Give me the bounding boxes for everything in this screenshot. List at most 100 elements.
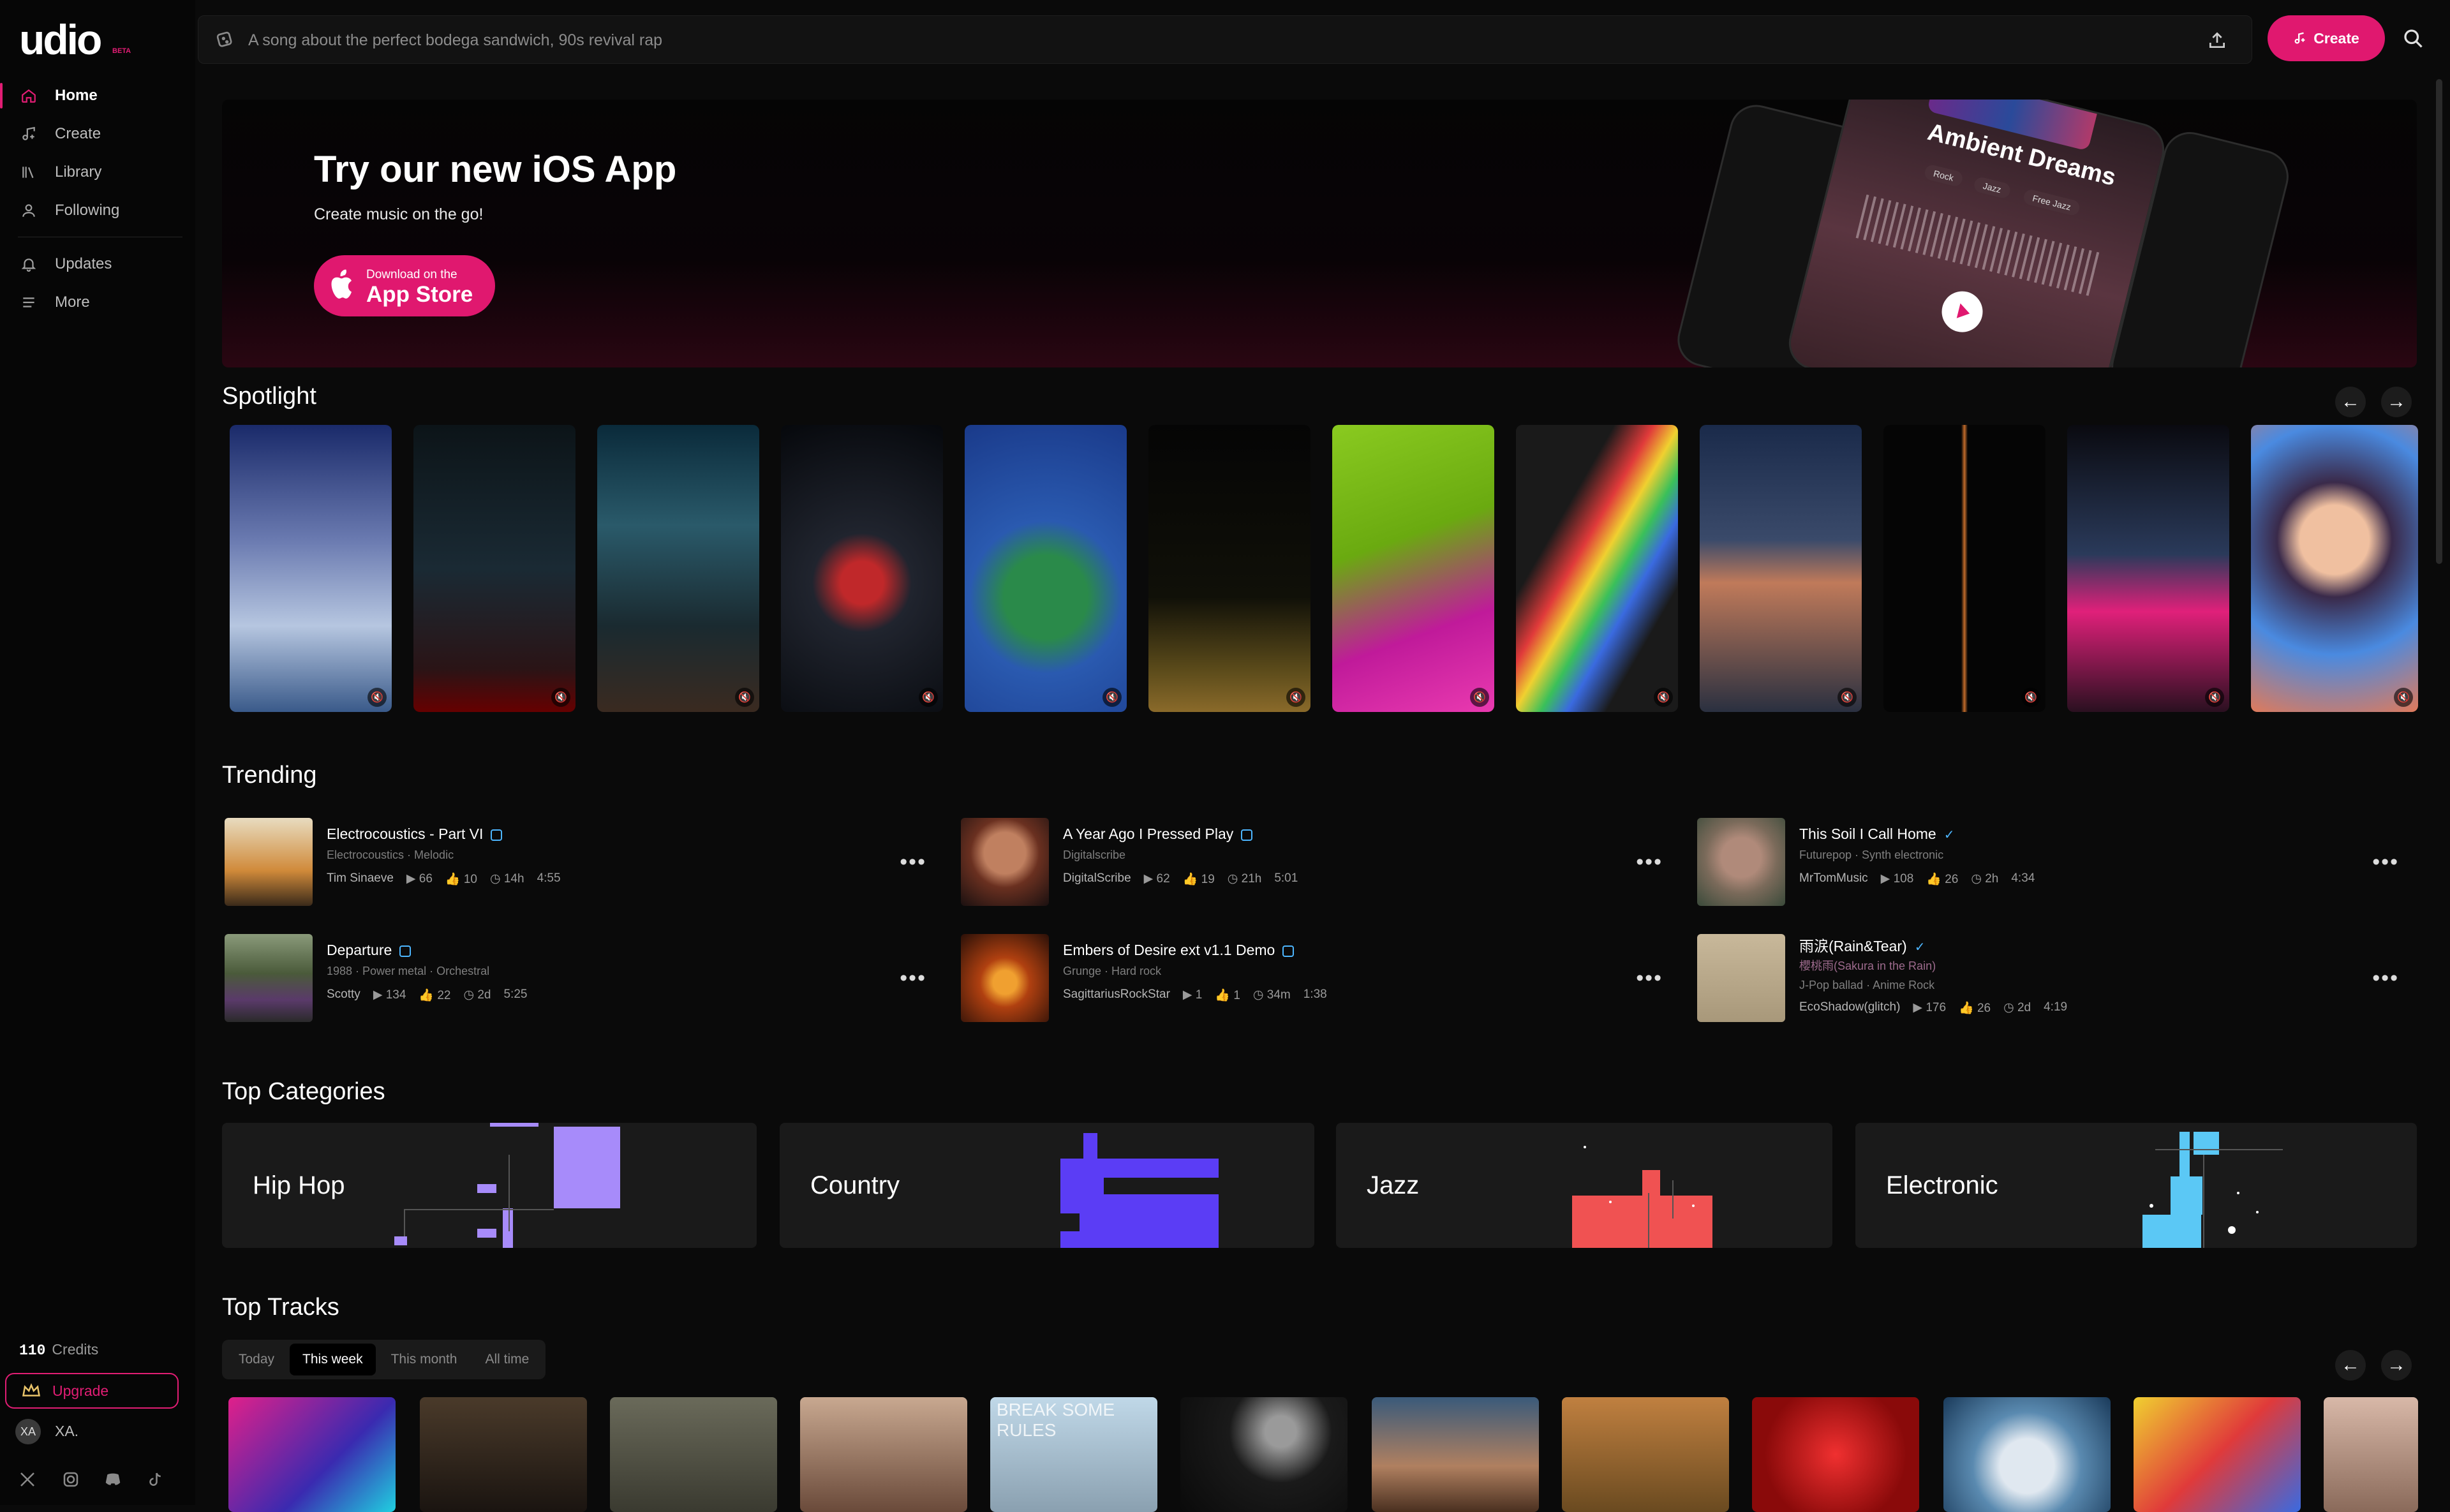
sidebar-item-home[interactable]: Home [0, 78, 185, 114]
mute-icon[interactable]: 🔇 [1286, 688, 1305, 707]
track-title[interactable]: Embers of Desire ext v1.1 Demo [1063, 942, 1275, 958]
mute-icon[interactable]: 🔇 [919, 688, 938, 707]
category-card-country[interactable]: Country [780, 1123, 1314, 1248]
x-twitter-icon[interactable] [18, 1470, 37, 1489]
scrollbar[interactable] [2436, 79, 2442, 564]
spotlight-card[interactable]: 🔇 [1148, 425, 1310, 712]
spotlight-card[interactable]: 🔇 [1332, 425, 1494, 712]
more-options-icon[interactable]: ••• [900, 850, 926, 875]
trending-item[interactable]: 雨涙(Rain&Tear) ✓ 櫻桃雨(Sakura in the Rain) J… [1697, 934, 2399, 1023]
tab-this-week[interactable]: This week [290, 1344, 376, 1375]
mute-icon[interactable]: 🔇 [2021, 688, 2040, 707]
trending-item[interactable]: Departure 1988 · Power metal · Orchestra… [225, 934, 926, 1023]
spotlight-card[interactable]: 🔇 [1516, 425, 1678, 712]
track-artist[interactable]: DigitalScribe [1063, 871, 1131, 887]
top-track-card[interactable] [1943, 1397, 2111, 1512]
spotlight-card[interactable]: 🔇 [965, 425, 1127, 712]
track-artist[interactable]: Scotty [327, 988, 360, 1003]
top-tracks-prev-arrow[interactable]: ← [2335, 1350, 2366, 1381]
spotlight-card[interactable]: 🔇 [597, 425, 759, 712]
track-cover[interactable] [961, 934, 1049, 1022]
user-name[interactable]: XA. [55, 1423, 78, 1440]
track-title[interactable]: This Soil I Call Home [1799, 826, 1936, 842]
top-tracks-next-arrow[interactable]: → [2381, 1350, 2412, 1381]
track-artist[interactable]: SagittariusRockStar [1063, 988, 1170, 1003]
upgrade-button[interactable]: Upgrade [5, 1373, 179, 1409]
mute-icon[interactable]: 🔇 [368, 688, 387, 707]
top-track-card[interactable] [1562, 1397, 1729, 1512]
track-cover[interactable] [225, 818, 313, 906]
prompt-bar[interactable]: A song about the perfect bodega sandwich… [198, 15, 2252, 64]
top-track-card[interactable] [2324, 1397, 2418, 1512]
spotlight-card[interactable]: 🔇 [1700, 425, 1862, 712]
avatar[interactable]: XA [15, 1419, 41, 1444]
track-cover[interactable] [1697, 934, 1785, 1022]
sidebar-item-more[interactable]: More [0, 285, 185, 320]
tiktok-icon[interactable] [145, 1470, 165, 1489]
category-card-hip-hop[interactable]: Hip Hop [222, 1123, 757, 1248]
spotlight-card[interactable]: 🔇 [230, 425, 392, 712]
spotlight-card[interactable]: 🔇 [2067, 425, 2229, 712]
top-track-card[interactable] [2134, 1397, 2301, 1512]
tab-today[interactable]: Today [226, 1344, 287, 1375]
top-track-card[interactable] [228, 1397, 396, 1512]
mute-icon[interactable]: 🔇 [1654, 688, 1673, 707]
create-button[interactable]: Create [2268, 15, 2385, 61]
track-cover[interactable] [961, 818, 1049, 906]
top-track-card[interactable] [610, 1397, 777, 1512]
more-options-icon[interactable]: ••• [1636, 850, 1663, 875]
track-cover[interactable] [225, 934, 313, 1022]
trending-item[interactable]: This Soil I Call Home ✓ Futurepop · Synth… [1697, 818, 2399, 907]
trending-item[interactable]: Embers of Desire ext v1.1 Demo Grunge · … [961, 934, 1663, 1023]
track-cover[interactable] [1697, 818, 1785, 906]
tab-this-month[interactable]: This month [378, 1344, 470, 1375]
more-options-icon[interactable]: ••• [2372, 850, 2399, 875]
top-track-card[interactable] [1180, 1397, 1348, 1512]
mute-icon[interactable]: 🔇 [2205, 688, 2224, 707]
spotlight-card[interactable]: 🔇 [413, 425, 575, 712]
category-card-jazz[interactable]: Jazz [1336, 1123, 1832, 1248]
track-artist[interactable]: EcoShadow(glitch) [1799, 1000, 1900, 1016]
app-store-button[interactable]: Download on the App Store [314, 255, 495, 316]
spotlight-card[interactable]: 🔇 [1883, 425, 2045, 712]
spotlight-card[interactable]: 🔇 [781, 425, 943, 712]
mute-icon[interactable]: 🔇 [1102, 688, 1122, 707]
track-artist[interactable]: MrTomMusic [1799, 871, 1868, 887]
top-track-card[interactable] [800, 1397, 967, 1512]
trending-item[interactable]: A Year Ago I Pressed Play Digitalscribe … [961, 818, 1663, 907]
trending-item[interactable]: Electrocoustics - Part VI Electrocoustic… [225, 818, 926, 907]
track-title[interactable]: A Year Ago I Pressed Play [1063, 826, 1233, 842]
prompt-input[interactable]: A song about the perfect bodega sandwich… [248, 31, 662, 50]
mute-icon[interactable]: 🔇 [551, 688, 570, 707]
category-card-electronic[interactable]: Electronic [1855, 1123, 2417, 1248]
top-track-card[interactable] [420, 1397, 587, 1512]
ios-app-banner[interactable]: Try our new iOS App Create music on the … [222, 100, 2417, 367]
tab-all-time[interactable]: All time [472, 1344, 542, 1375]
mute-icon[interactable]: 🔇 [1470, 688, 1489, 707]
spotlight-card[interactable]: 🔇 [2251, 425, 2418, 712]
mute-icon[interactable]: 🔇 [735, 688, 754, 707]
sidebar-item-following[interactable]: Following [0, 193, 185, 228]
more-options-icon[interactable]: ••• [1636, 966, 1663, 991]
more-options-icon[interactable]: ••• [900, 966, 926, 991]
mute-icon[interactable]: 🔇 [1838, 688, 1857, 707]
sidebar-item-create[interactable]: Create [0, 116, 185, 152]
search-icon[interactable] [2402, 27, 2424, 50]
upload-icon[interactable] [2207, 30, 2227, 50]
discord-icon[interactable] [103, 1470, 122, 1489]
spotlight-next-arrow[interactable]: → [2381, 387, 2412, 417]
top-track-card[interactable] [1372, 1397, 1539, 1512]
dice-icon[interactable] [215, 30, 235, 50]
sidebar-item-library[interactable]: Library [0, 154, 185, 190]
top-track-card[interactable]: BREAK SOME RULES [990, 1397, 1157, 1512]
mute-icon[interactable]: 🔇 [2394, 688, 2413, 707]
sidebar-item-updates[interactable]: Updates [0, 246, 185, 282]
track-title[interactable]: Departure [327, 942, 392, 958]
more-options-icon[interactable]: ••• [2372, 966, 2399, 991]
udio-logo[interactable]: udio [19, 17, 102, 63]
track-title[interactable]: 雨涙(Rain&Tear) [1799, 938, 1907, 954]
track-title[interactable]: Electrocoustics - Part VI [327, 826, 483, 842]
spotlight-prev-arrow[interactable]: ← [2335, 387, 2366, 417]
track-artist[interactable]: Tim Sinaeve [327, 871, 394, 887]
top-track-card[interactable] [1752, 1397, 1919, 1512]
